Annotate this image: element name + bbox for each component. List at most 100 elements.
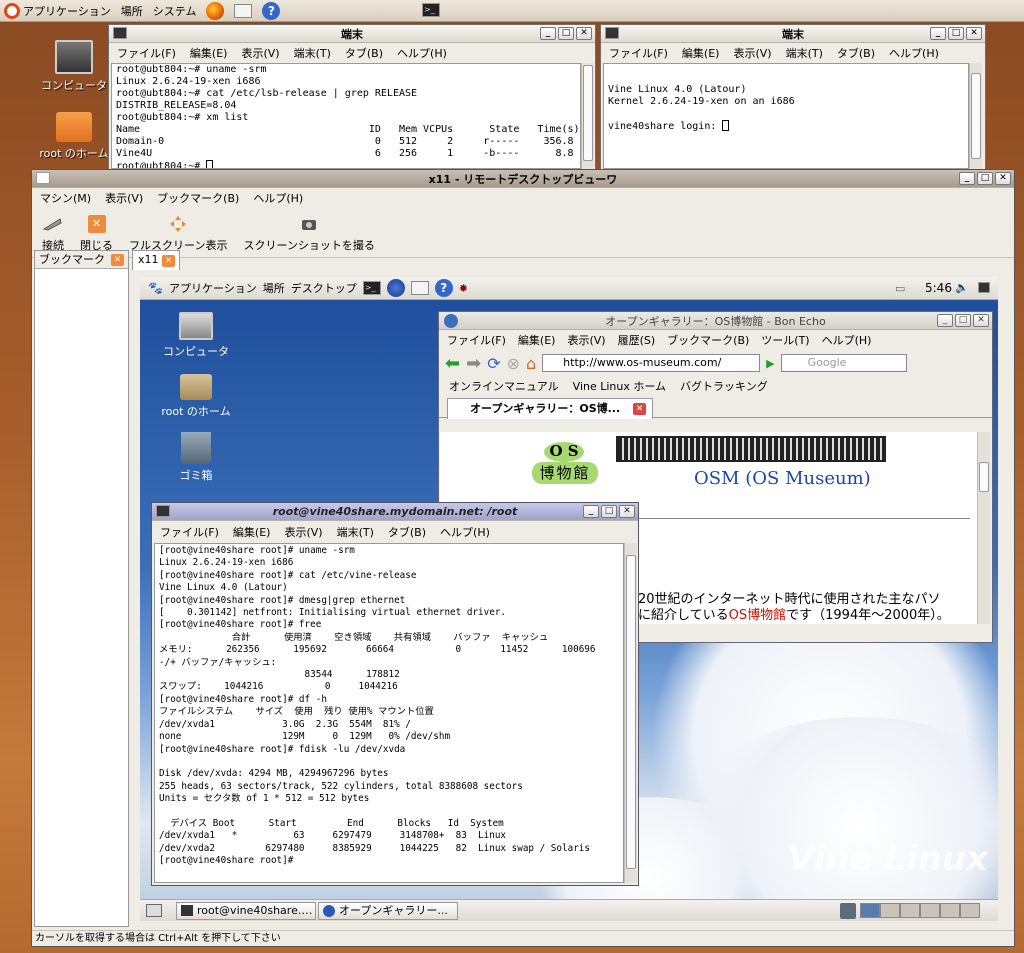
screenshot-button[interactable]: スクリーンショットを撮る: [243, 215, 375, 253]
maximize-button[interactable]: □: [601, 505, 617, 518]
search-input[interactable]: Google: [780, 354, 907, 372]
terminal-launcher-icon[interactable]: >_: [362, 281, 381, 295]
browser-launcher-icon[interactable]: [386, 279, 405, 297]
go-icon[interactable]: ▶: [766, 357, 774, 370]
minimize-button[interactable]: _: [959, 172, 975, 185]
title-bar[interactable]: 端末 _ □ ✕: [109, 25, 595, 43]
volume-icon[interactable]: 🔈: [955, 281, 969, 294]
menu-view[interactable]: 表示(V): [284, 524, 322, 540]
workspace-4[interactable]: [920, 903, 940, 918]
menu-view[interactable]: 表示(V): [105, 190, 143, 206]
title-bar[interactable]: オープンギャラリー：OS博物館 - Bon Echo _ □ ✕: [439, 312, 992, 330]
menu-help[interactable]: ヘルプ(H): [397, 45, 447, 61]
close-button[interactable]: ✕: [966, 27, 982, 40]
home-icon[interactable]: ⌂: [526, 354, 536, 373]
menu-tabs[interactable]: タブ(B): [837, 45, 875, 61]
scrollbar[interactable]: [969, 63, 982, 169]
close-connection-button[interactable]: ✕ 閉じる: [80, 215, 113, 253]
minimize-button[interactable]: _: [583, 505, 599, 518]
workspace-2[interactable]: [880, 903, 900, 918]
minimize-button[interactable]: _: [540, 27, 556, 40]
scrollbar[interactable]: [581, 63, 594, 169]
close-tab-icon[interactable]: ✕: [162, 255, 175, 267]
menu-file[interactable]: ファイル(F): [609, 45, 668, 61]
menu-file[interactable]: ファイル(F): [447, 332, 506, 348]
os-museum-link[interactable]: OS博物館: [729, 608, 787, 623]
menu-terminal[interactable]: 端末(T): [337, 524, 374, 540]
close-button[interactable]: ✕: [995, 172, 1011, 185]
menu-help[interactable]: ヘルプ(H): [253, 190, 303, 206]
menu-terminal[interactable]: 端末(T): [786, 45, 823, 61]
maximize-button[interactable]: □: [558, 27, 574, 40]
back-icon[interactable]: ⬅: [445, 353, 460, 374]
remote-desktop-menu[interactable]: デスクトップ: [291, 280, 357, 296]
menu-file[interactable]: ファイル(F): [160, 524, 219, 540]
terminal-launcher-icon[interactable]: >_: [422, 3, 440, 17]
printer-icon[interactable]: ▭: [895, 282, 905, 295]
workspace-5[interactable]: [940, 903, 960, 918]
menu-edit[interactable]: 編集(E): [518, 332, 556, 348]
menu-help[interactable]: ヘルプ(H): [822, 332, 872, 348]
help-icon[interactable]: ?: [262, 1, 281, 20]
remote-home-icon[interactable]: root のホーム: [158, 374, 234, 419]
taskbar-item-browser[interactable]: オープンギャラリー...: [318, 902, 458, 920]
display-icon[interactable]: [978, 282, 990, 293]
tab-x11[interactable]: x11 ✕: [132, 250, 180, 270]
fullscreen-button[interactable]: フルスクリーン表示: [129, 215, 227, 253]
mail-icon[interactable]: [234, 3, 253, 18]
forward-icon[interactable]: ➡: [466, 353, 481, 374]
stop-icon[interactable]: ⊗: [507, 354, 520, 373]
remote-applications-menu[interactable]: アプリケーション: [169, 280, 257, 296]
foot-menu-icon[interactable]: 🐾: [148, 281, 163, 295]
url-bar[interactable]: http://www.os-museum.com/: [542, 354, 761, 372]
workspace-3[interactable]: [900, 903, 920, 918]
maximize-button[interactable]: □: [948, 27, 964, 40]
screenshot-launcher-icon[interactable]: [410, 281, 429, 295]
close-button[interactable]: ✕: [576, 27, 592, 40]
menu-view[interactable]: 表示(V): [241, 45, 279, 61]
title-bar[interactable]: x11 - リモートデスクトップビューワ _ □ ✕: [32, 170, 1014, 188]
remote-places-menu[interactable]: 場所: [263, 280, 285, 296]
bookmark-manual[interactable]: オンラインマニュアル: [449, 378, 559, 394]
applications-menu[interactable]: アプリケーション: [4, 2, 111, 19]
help-icon[interactable]: ?: [434, 279, 453, 297]
menu-tools[interactable]: ツール(T): [761, 332, 809, 348]
show-desktop-icon[interactable]: [146, 904, 162, 917]
close-button[interactable]: ✕: [619, 505, 635, 518]
taskbar-item-terminal[interactable]: root@vine40share.…: [176, 902, 316, 920]
trash-applet-icon[interactable]: [840, 903, 856, 919]
minimize-button[interactable]: _: [930, 27, 946, 40]
system-menu[interactable]: システム: [153, 3, 197, 19]
browser-scrollbar[interactable]: [977, 432, 990, 624]
close-pane-icon[interactable]: ✕: [111, 254, 124, 266]
remote-trash-icon[interactable]: ゴミ箱: [158, 432, 234, 483]
menu-help[interactable]: ヘルプ(H): [889, 45, 939, 61]
desktop-home-icon[interactable]: root のホーム: [36, 112, 112, 161]
menu-history[interactable]: 履歴(S): [618, 332, 656, 348]
menu-tabs[interactable]: タブ(B): [345, 45, 383, 61]
close-button[interactable]: ✕: [973, 314, 989, 327]
connect-button[interactable]: 接続: [42, 215, 64, 253]
minimize-button[interactable]: _: [937, 314, 953, 327]
places-menu[interactable]: 場所: [121, 3, 143, 19]
bug-icon[interactable]: ✸: [459, 282, 468, 295]
desktop-computer-icon[interactable]: コンピュータ: [36, 40, 112, 93]
workspace-6[interactable]: [960, 903, 980, 918]
remote-computer-icon[interactable]: コンピュータ: [158, 312, 234, 359]
menu-terminal[interactable]: 端末(T): [294, 45, 331, 61]
menu-edit[interactable]: 編集(E): [190, 45, 228, 61]
reload-icon[interactable]: ⟳: [487, 354, 500, 373]
menu-edit[interactable]: 編集(E): [682, 45, 720, 61]
terminal-output[interactable]: [root@vine40share root]# uname -srm Linux…: [154, 543, 624, 883]
menu-edit[interactable]: 編集(E): [233, 524, 271, 540]
bookmark-bug-tracking[interactable]: バグトラッキング: [680, 378, 768, 394]
close-tab-icon[interactable]: ✕: [633, 403, 646, 415]
terminal-output[interactable]: Vine Linux 4.0 (Latour) Kernel 2.6.24-19-…: [603, 63, 969, 169]
workspace-1[interactable]: [860, 903, 880, 918]
firefox-icon[interactable]: [206, 1, 225, 20]
title-bar[interactable]: 端末 _ □ ✕: [601, 25, 985, 43]
menu-file[interactable]: ファイル(F): [117, 45, 176, 61]
menu-bookmarks[interactable]: ブックマーク(B): [157, 190, 239, 206]
menu-help[interactable]: ヘルプ(H): [440, 524, 490, 540]
clock[interactable]: 5:46: [925, 281, 952, 295]
